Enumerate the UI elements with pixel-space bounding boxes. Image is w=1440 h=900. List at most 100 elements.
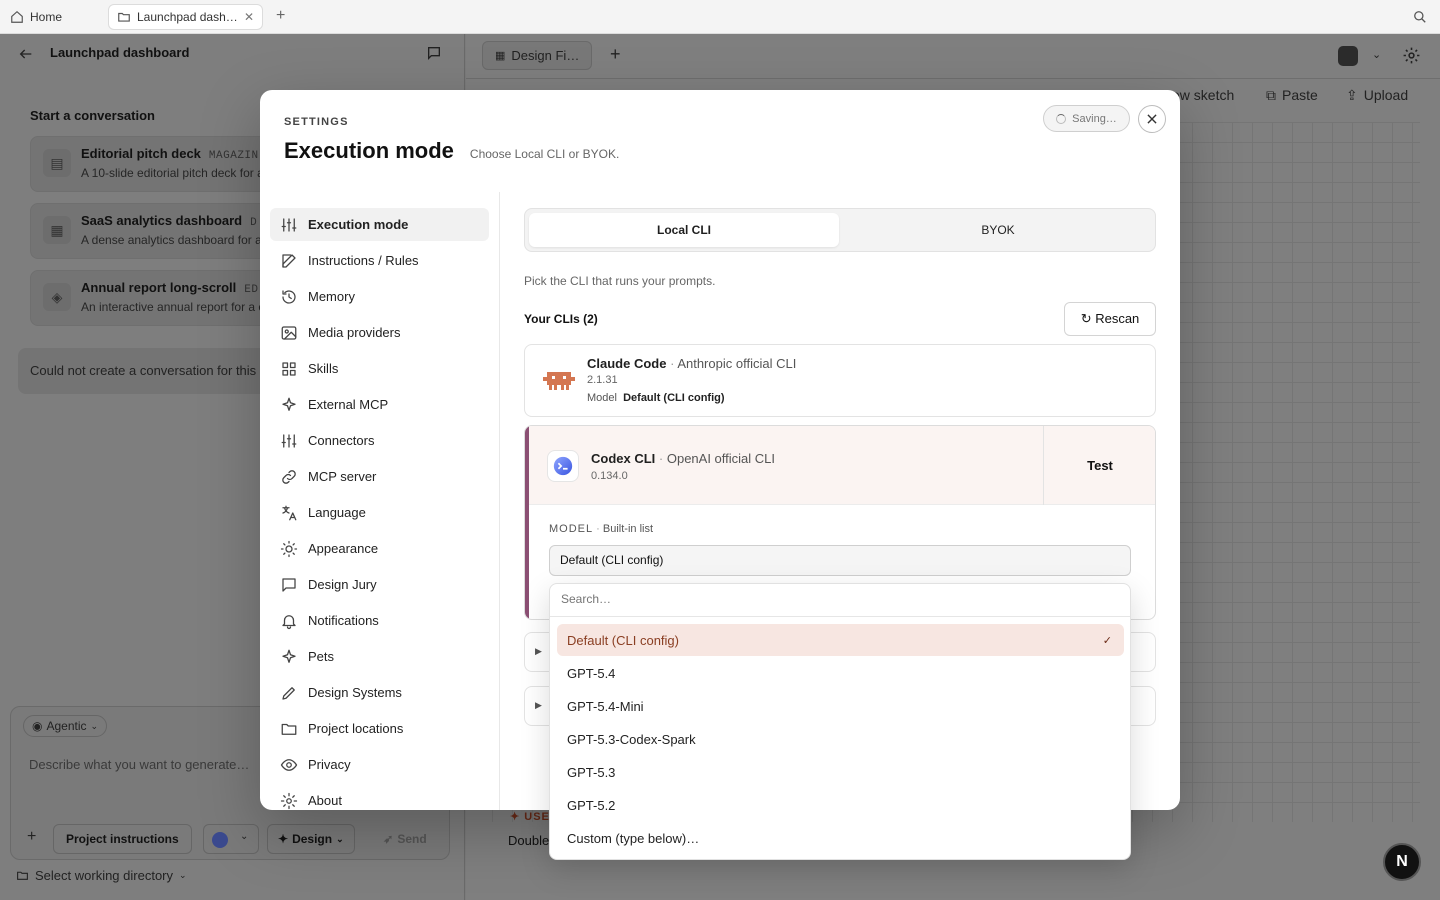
cli-card-claude[interactable]: Claude Code · Anthropic official CLI 2.1… (524, 344, 1156, 417)
codex-logo-icon (553, 456, 573, 476)
active-tab[interactable]: Launchpad dash… ✕ (108, 4, 263, 30)
table-icon: ▦ (43, 216, 71, 244)
sparkle-icon (282, 397, 296, 411)
sliders-icon (281, 217, 297, 232)
history-icon (282, 289, 296, 304)
nav-item-media-providers[interactable]: Media providers (270, 316, 489, 349)
paste-icon: ⧉ (1266, 87, 1276, 103)
claude-logo-icon (543, 372, 575, 390)
model-option-label: GPT-5.2 (567, 797, 616, 813)
sliders-icon (281, 433, 297, 448)
new-tab-icon[interactable]: + (276, 7, 285, 25)
chat-icon[interactable] (426, 45, 442, 61)
cli-model-row: Model Default (CLI config) (587, 392, 725, 404)
saving-indicator: Saving… (1043, 105, 1130, 132)
chat-icon (282, 577, 296, 592)
model-option[interactable]: GPT-5.4 (557, 657, 1124, 689)
nav-item-about[interactable]: About (270, 784, 489, 810)
upload-label: Upload (1363, 87, 1409, 103)
home-tab-label: Home (30, 10, 63, 24)
view-toggle-icon[interactable] (1338, 46, 1358, 66)
rescan-label: ↻ Rescan (1080, 311, 1140, 326)
close-tab-icon[interactable]: ✕ (244, 10, 254, 24)
sparkle-icon (282, 649, 296, 663)
test-button[interactable]: Test (1043, 426, 1155, 505)
chevron-down-icon: ⌄ (179, 870, 187, 880)
nav-item-privacy[interactable]: Privacy (270, 748, 489, 781)
add-icon[interactable]: + (27, 828, 36, 846)
gear-icon[interactable] (1402, 46, 1421, 65)
model-option-label: Default (CLI config) (567, 632, 679, 648)
template-title: SaaS analytics dashboard (81, 213, 243, 228)
nav-item-skills[interactable]: Skills (270, 352, 489, 385)
codex-logo (547, 450, 579, 482)
back-arrow-icon[interactable] (18, 46, 34, 62)
model-option[interactable]: GPT-5.3 (557, 756, 1124, 788)
working-directory-select[interactable]: Select working directory ⌄ (16, 868, 187, 883)
fab-letter: N (1396, 853, 1408, 870)
model-option-label: GPT-5.4-Mini (567, 698, 644, 714)
saving-text: Saving… (1072, 112, 1117, 125)
prompt-input[interactable]: Describe what you want to generate… (29, 757, 249, 772)
nav-item-external-mcp[interactable]: External MCP (270, 388, 489, 421)
send-button[interactable]: ➶ Send (367, 824, 443, 854)
close-button[interactable] (1138, 105, 1166, 133)
nav-item-design-systems[interactable]: Design Systems (270, 676, 489, 709)
nav-item-label: Connectors (308, 433, 375, 448)
image-icon (281, 325, 297, 340)
nav-item-notifications[interactable]: Notifications (270, 604, 489, 637)
home-tab[interactable]: Home (10, 4, 62, 30)
nav-item-connectors[interactable]: Connectors (270, 424, 489, 457)
nav-item-memory[interactable]: Memory (270, 280, 489, 313)
assistant-fab[interactable]: N (1383, 843, 1421, 881)
rescan-button[interactable]: ↻ Rescan (1064, 302, 1156, 336)
template-desc: An interactive annual report for a c (81, 300, 265, 314)
model-option[interactable]: GPT-5.3-Codex-Spark (557, 723, 1124, 755)
search-icon[interactable] (1413, 10, 1427, 24)
deck-icon: ▤ (43, 149, 71, 177)
nav-item-execution-mode[interactable]: Execution mode (270, 208, 489, 241)
design-file-tab[interactable]: ▦ Design Fi… (482, 41, 592, 70)
chevron-down-icon: ⌄ (336, 833, 344, 844)
nav-item-label: Media providers (308, 325, 401, 340)
chevron-down-icon[interactable]: ⌄ (1372, 48, 1381, 61)
nav-item-pets[interactable]: Pets (270, 640, 489, 673)
new-sketch-button[interactable]: ew sketch (1172, 87, 1234, 103)
upload-button[interactable]: ⇪ Upload (1346, 87, 1408, 104)
modal-header: Execution mode Choose Local CLI or BYOK. (284, 138, 619, 164)
byok-label: BYOK (981, 223, 1015, 237)
model-option[interactable]: GPT-5.4-Mini (557, 690, 1124, 722)
nav-item-project-locations[interactable]: Project locations (270, 712, 489, 745)
model-section-label: MODEL · Built-in list (549, 523, 654, 535)
new-tab-icon[interactable]: + (610, 44, 621, 65)
palette-icon: ◉ (32, 719, 43, 733)
model-select[interactable]: Default (CLI config) (549, 545, 1131, 576)
translate-icon (282, 505, 297, 520)
mode-chip[interactable]: ◉ Agentic ⌄ (23, 715, 108, 737)
model-option[interactable]: Custom (type below)… (557, 822, 1124, 854)
diamond-icon: ◈ (43, 283, 71, 311)
model-option[interactable]: GPT-5.2 (557, 789, 1124, 821)
byok-option[interactable]: BYOK (843, 213, 1153, 247)
nav-item-label: MCP server (308, 469, 377, 484)
model-option-label: GPT-5.4 (567, 665, 616, 681)
local-cli-option[interactable]: Local CLI (529, 213, 839, 247)
nav-item-language[interactable]: Language (270, 496, 489, 529)
nav-item-design-jury[interactable]: Design Jury (270, 568, 489, 601)
nav-item-appearance[interactable]: Appearance (270, 532, 489, 565)
nav-item-label: Skills (308, 361, 339, 376)
eye-icon (280, 758, 298, 771)
model-search-input[interactable] (550, 584, 1130, 617)
paste-button[interactable]: ⧉ Paste (1266, 87, 1318, 104)
modal-subtitle: Choose Local CLI or BYOK. (469, 147, 620, 161)
template-title: Annual report long-scroll (81, 280, 237, 295)
nav-item-mcp-server[interactable]: MCP server (270, 460, 489, 493)
test-label: Test (1087, 458, 1113, 473)
agent-select[interactable]: ⌄ (203, 824, 259, 854)
project-title: Launchpad dashboard (50, 45, 190, 60)
nav-item-instructions-rules[interactable]: Instructions / Rules (270, 244, 489, 277)
model-option[interactable]: Default (CLI config) ✓ (557, 624, 1124, 656)
model-search-field[interactable] (561, 592, 1119, 606)
design-button[interactable]: ✦ Design ⌄ (267, 824, 355, 854)
project-instructions-button[interactable]: Project instructions (53, 824, 192, 854)
